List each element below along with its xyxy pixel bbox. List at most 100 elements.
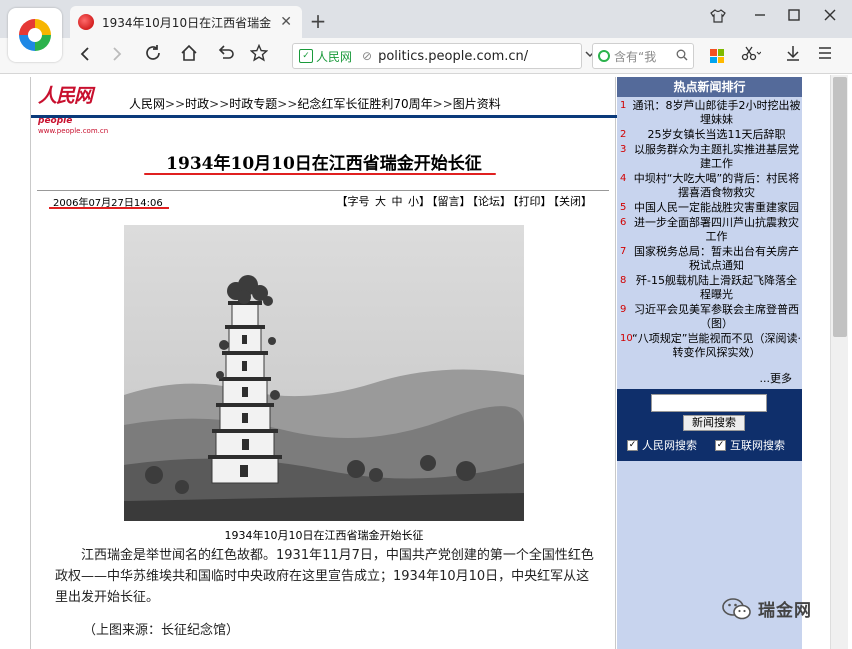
screenshot-scissors-icon[interactable] — [738, 45, 764, 65]
rank-number: 7 — [620, 246, 627, 257]
close-link[interactable]: 【关闭】 — [554, 195, 593, 208]
home-icon[interactable] — [176, 44, 202, 68]
site-identity-icon[interactable]: ⊘ — [362, 49, 372, 63]
news-link[interactable]: “八项规定”岂能视而不见（深阅读·转变作风探实效） — [632, 332, 801, 359]
article-title: 1934年10月10日在江西省瑞金开始长征 — [166, 154, 482, 174]
article-toolbar: 【字号 大 中 小】 【留言】 【论坛】 【打印】 【关闭】 — [336, 193, 594, 209]
search-engine-icon — [598, 50, 610, 62]
url-text[interactable]: politics.people.com.cn/ — [378, 49, 528, 64]
list-item[interactable]: 6 进一步全面部署四川芦山抗震救灾工作 — [617, 216, 802, 244]
list-item[interactable]: 10 “八项规定”岂能视而不见（深阅读·转变作风探实效） — [617, 332, 802, 360]
breadcrumb-link-politics[interactable]: 时政 — [185, 97, 209, 111]
address-bar[interactable]: ✓ 人民网 ⊘ politics.people.com.cn/ — [292, 43, 582, 69]
news-link[interactable]: 通讯：8岁芦山郎徒手2小时挖出被埋妹妹 — [633, 99, 801, 126]
tab-close-icon[interactable]: ✕ — [278, 14, 294, 30]
news-link[interactable]: 以服务群众为主题扎实推进基层党建工作 — [634, 143, 799, 170]
news-search-input[interactable] — [651, 394, 767, 412]
tab-title: 1934年10月10日在江西省瑞金 — [102, 15, 272, 30]
back-icon[interactable] — [72, 44, 98, 68]
list-item[interactable]: 8 歼-15舰载机陆上滑跃起飞降落全程曝光 — [617, 274, 802, 302]
checkbox-checked-icon[interactable]: ✓ — [715, 439, 726, 451]
close-window-icon[interactable] — [818, 8, 842, 26]
news-link[interactable]: 进一步全面部署四川芦山抗震救灾工作 — [634, 216, 799, 243]
search-icon[interactable] — [676, 49, 688, 64]
list-item[interactable]: 5 中国人民一定能战胜灾害重建家园 — [617, 201, 802, 215]
wechat-icon — [722, 597, 751, 619]
list-item[interactable]: 4 中坝村“大吃大喝”的背后：村民将摆喜酒食物救灾 — [617, 172, 802, 200]
font-medium-link[interactable]: 中 — [392, 195, 403, 208]
cert-label: 人民网 — [316, 49, 353, 64]
news-search-button[interactable]: 新闻搜索 — [683, 415, 745, 431]
font-small-link[interactable]: 小】 — [408, 195, 430, 208]
people-search-option[interactable]: ✓ 人民网搜索 — [627, 437, 697, 453]
news-link[interactable]: 习近平会见美军参联会主席登普西（图） — [634, 303, 799, 330]
undo-close-icon[interactable] — [212, 44, 238, 68]
page-viewport: 人民网people www.people.com.cn 人民网>>时政>>时政专… — [0, 75, 852, 649]
news-link[interactable]: 25岁女镇长当选11天后辞职 — [648, 128, 786, 141]
search-placeholder: 含有“我 — [614, 49, 657, 64]
scroll-thumb[interactable] — [833, 77, 847, 337]
search-box[interactable]: 含有“我 — [592, 43, 694, 69]
breadcrumb-link-photos[interactable]: 图片资料 — [453, 97, 501, 111]
rank-number: 6 — [620, 217, 627, 228]
menu-icon[interactable] — [812, 45, 838, 65]
breadcrumb-separator: >> — [165, 97, 186, 111]
certificate-badge[interactable]: ✓ 人民网 — [299, 48, 352, 65]
breadcrumb-separator: >> — [209, 97, 230, 111]
rank-number: 4 — [620, 173, 627, 184]
hot-news-header: 热点新闻排行 — [617, 77, 802, 97]
hot-news-list: 1 通讯：8岁芦山郎徒手2小时挖出被埋妹妹 2 25岁女镇长当选11天后辞职 3 以服… — [617, 99, 802, 361]
skin-icon[interactable] — [706, 8, 730, 28]
list-item[interactable]: 1 通讯：8岁芦山郎徒手2小时挖出被埋妹妹 — [617, 99, 802, 127]
breadcrumb: 人民网>>时政>>时政专题>>纪念红军长征胜利70周年>>图片资料 — [129, 95, 501, 112]
watermark: 瑞金网 — [722, 596, 812, 621]
apps-grid-icon[interactable] — [710, 49, 724, 63]
comment-link[interactable]: 【留言】 — [432, 195, 471, 208]
news-link[interactable]: 歼-15舰载机陆上滑跃起飞降落全程曝光 — [636, 274, 797, 301]
browser-logo-icon[interactable] — [8, 8, 62, 62]
minimize-icon[interactable] — [748, 8, 772, 26]
font-large-link[interactable]: 大 — [375, 195, 386, 208]
favorite-star-icon[interactable] — [246, 43, 272, 68]
forum-link[interactable]: 【论坛】 — [473, 195, 512, 208]
more-link[interactable]: ...更多 — [760, 370, 793, 386]
rank-number: 8 — [620, 275, 627, 286]
breadcrumb-link-home[interactable]: 人民网 — [129, 97, 165, 111]
new-tab-button[interactable]: + — [306, 9, 330, 33]
article-photo — [124, 225, 524, 521]
breadcrumb-link-anniversary[interactable]: 纪念红军长征胜利70周年 — [297, 97, 432, 111]
people-search-label: 人民网搜索 — [642, 439, 697, 452]
site-logo[interactable]: 人民网people www.people.com.cn — [38, 81, 126, 135]
news-link[interactable]: 中国人民一定能战胜灾害重建家园 — [634, 201, 799, 214]
list-item[interactable]: 7 国家税务总局：暂未出台有关房产税试点通知 — [617, 245, 802, 273]
navigation-bar: ✓ 人民网 ⊘ politics.people.com.cn/ 含有“我 — [0, 38, 852, 74]
print-link[interactable]: 【打印】 — [513, 195, 552, 208]
rank-number: 5 — [620, 202, 627, 213]
list-item[interactable]: 9 习近平会见美军参联会主席登普西（图） — [617, 303, 802, 331]
breadcrumb-link-topics[interactable]: 时政专题 — [229, 97, 277, 111]
web-search-option[interactable]: ✓ 互联网搜索 — [715, 437, 785, 453]
breadcrumb-separator: >> — [277, 97, 298, 111]
active-tab[interactable]: 1934年10月10日在江西省瑞金 ✕ — [70, 6, 302, 38]
watermark-text: 瑞金网 — [758, 601, 812, 621]
news-link[interactable]: 中坝村“大吃大喝”的背后：村民将摆喜酒食物救灾 — [634, 172, 799, 199]
breadcrumb-separator: >> — [432, 97, 453, 111]
forward-icon[interactable] — [104, 44, 130, 68]
vertical-scrollbar[interactable] — [830, 75, 848, 649]
site-favicon-icon — [78, 14, 94, 30]
checkbox-checked-icon[interactable]: ✓ — [627, 439, 638, 451]
article-body: 江西瑞金是举世闻名的红色故都。1931年11月7日，中国共产党创建的第一个全国性… — [55, 548, 594, 605]
reload-icon[interactable] — [140, 44, 166, 68]
photo-source: （上图来源：长征纪念馆） — [83, 623, 240, 638]
meta-divider — [37, 190, 609, 191]
logo-chinese: 人民网 — [38, 85, 93, 107]
maximize-icon[interactable] — [782, 8, 806, 26]
list-item[interactable]: 2 25岁女镇长当选11天后辞职 — [617, 128, 802, 142]
news-search-panel: 新闻搜索 ✓ 人民网搜索 ✓ 互联网搜索 — [617, 389, 802, 461]
rank-number: 1 — [620, 100, 627, 111]
list-item[interactable]: 3 以服务群众为主题扎实推进基层党建工作 — [617, 143, 802, 171]
rank-number: 9 — [620, 304, 627, 315]
news-link[interactable]: 国家税务总局：暂未出台有关房产税试点通知 — [634, 245, 799, 272]
hot-news-sidebar: 热点新闻排行 1 通讯：8岁芦山郎徒手2小时挖出被埋妹妹 2 25岁女镇长当选11天… — [617, 77, 802, 649]
download-icon[interactable] — [780, 45, 806, 65]
